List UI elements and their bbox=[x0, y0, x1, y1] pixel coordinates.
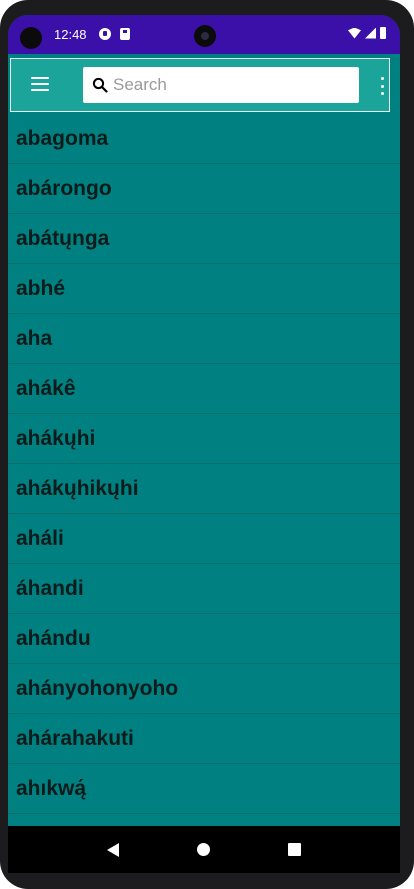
word-label: áhandi bbox=[16, 576, 84, 600]
battery-icon bbox=[380, 27, 386, 39]
word-label: abhé bbox=[16, 276, 66, 300]
recents-icon[interactable] bbox=[288, 843, 301, 856]
list-item[interactable]: ahányohonyoho bbox=[8, 664, 400, 714]
word-label: ahıkwą́ bbox=[16, 776, 87, 800]
status-time: 12:48 bbox=[54, 27, 87, 42]
overflow-menu-icon[interactable] bbox=[377, 77, 387, 95]
menu-icon[interactable] bbox=[31, 77, 49, 91]
word-label: ahárahakuti bbox=[16, 726, 134, 750]
list-item[interactable]: ahándu bbox=[8, 614, 400, 664]
front-camera-left bbox=[20, 27, 42, 49]
word-label: aháli bbox=[16, 526, 64, 550]
status-right-icons bbox=[348, 27, 386, 39]
word-label: ahákê bbox=[16, 376, 76, 400]
search-input[interactable] bbox=[113, 67, 353, 103]
list-item[interactable]: abárongo bbox=[8, 164, 400, 214]
list-item[interactable]: abagoma bbox=[8, 114, 400, 164]
list-item[interactable]: áhandi bbox=[8, 564, 400, 614]
toolbar bbox=[10, 58, 390, 112]
sd-card-icon bbox=[120, 28, 130, 40]
list-item[interactable]: ahákê bbox=[8, 364, 400, 414]
signal-icon bbox=[365, 27, 376, 39]
list-item[interactable]: ahıkwą́ bbox=[8, 764, 400, 814]
front-camera-center bbox=[194, 25, 216, 47]
screen: 12:48 Search abagoma abárongo abátųnga a… bbox=[8, 15, 400, 873]
word-list: abagoma abárongo abátųnga abhé aha ahákê… bbox=[8, 114, 400, 826]
search-icon bbox=[92, 77, 108, 93]
list-item[interactable]: abátųnga bbox=[8, 214, 400, 264]
list-item[interactable]: ahárahakuti bbox=[8, 714, 400, 764]
search-box[interactable] bbox=[83, 67, 359, 103]
list-item[interactable]: aha bbox=[8, 314, 400, 364]
notification-icon bbox=[99, 28, 111, 40]
status-bar: 12:48 bbox=[8, 15, 400, 54]
back-icon[interactable] bbox=[107, 842, 119, 857]
word-label: ahákųhikųhi bbox=[16, 476, 139, 500]
word-label: abagoma bbox=[16, 126, 109, 150]
list-item[interactable]: ahákųhi bbox=[8, 414, 400, 464]
word-label: ahándu bbox=[16, 626, 91, 650]
phone-frame: 12:48 Search abagoma abárongo abátųnga a… bbox=[0, 0, 414, 889]
word-label: ahákųhi bbox=[16, 426, 96, 450]
word-label: abátųnga bbox=[16, 226, 110, 250]
list-item[interactable]: abhé bbox=[8, 264, 400, 314]
list-item[interactable]: ahákųhikųhi bbox=[8, 464, 400, 514]
wifi-icon bbox=[348, 27, 361, 39]
word-label: abárongo bbox=[16, 176, 112, 200]
word-label: ahányohonyoho bbox=[16, 676, 179, 700]
word-label: aha bbox=[16, 326, 53, 350]
navigation-bar bbox=[8, 826, 400, 873]
list-item[interactable]: aháli bbox=[8, 514, 400, 564]
home-icon[interactable] bbox=[197, 843, 210, 856]
